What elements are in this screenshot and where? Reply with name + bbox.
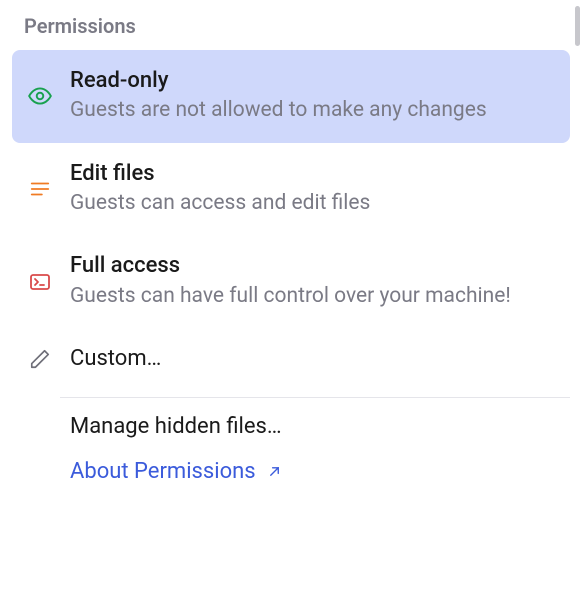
option-full-access[interactable]: Full access Guests can have full control… (12, 235, 570, 328)
option-edit-files[interactable]: Edit files Guests can access and edit fi… (12, 143, 570, 236)
option-title: Read-only (70, 68, 552, 94)
option-desc: Guests can access and edit files (70, 189, 552, 217)
option-custom[interactable]: Custom… (12, 328, 570, 390)
option-title: Edit files (70, 161, 552, 187)
external-link-icon (267, 459, 282, 484)
terminal-icon (26, 270, 54, 294)
lines-icon (26, 178, 54, 200)
manage-hidden-label: Manage hidden files… (70, 414, 282, 439)
about-permissions-link[interactable]: About Permissions (12, 449, 570, 494)
permissions-panel: Permissions Read-only Guests are not all… (0, 0, 586, 510)
about-text: About Permissions (70, 459, 256, 484)
about-label: About Permissions (70, 459, 282, 484)
option-desc: Guests can have full control over your m… (70, 282, 552, 310)
option-text: Edit files Guests can access and edit fi… (70, 161, 552, 218)
option-title: Full access (70, 253, 552, 279)
option-desc: Guests are not allowed to make any chang… (70, 96, 552, 124)
eye-icon (26, 83, 54, 109)
section-title: Permissions (24, 14, 570, 38)
scrollbar-thumb[interactable] (575, 6, 580, 46)
manage-hidden-files[interactable]: Manage hidden files… (12, 404, 570, 449)
option-read-only[interactable]: Read-only Guests are not allowed to make… (12, 50, 570, 143)
option-text: Read-only Guests are not allowed to make… (70, 68, 552, 125)
pencil-icon (26, 348, 54, 370)
option-text: Custom… (70, 346, 552, 372)
divider (60, 397, 570, 398)
option-text: Full access Guests can have full control… (70, 253, 552, 310)
option-title: Custom… (70, 346, 552, 372)
